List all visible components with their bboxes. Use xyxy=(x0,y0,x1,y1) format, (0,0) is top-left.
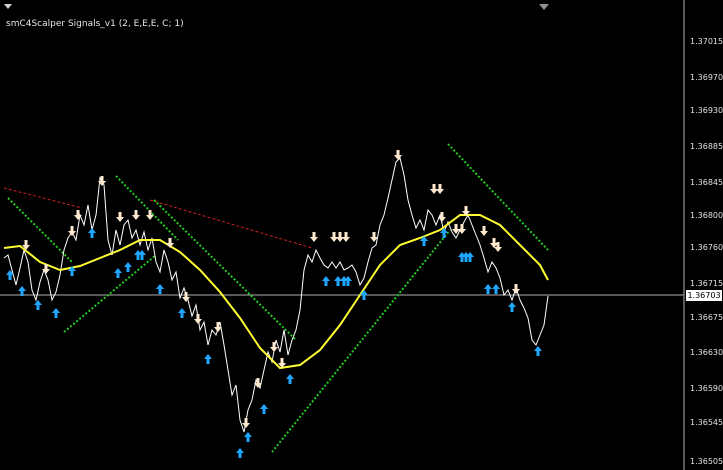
up-arrow-icon xyxy=(88,228,96,238)
up-arrow-icon xyxy=(508,302,516,312)
down-arrow-icon xyxy=(182,292,190,302)
current-price-label: 1.36703 xyxy=(686,290,722,301)
up-arrow-icon xyxy=(492,284,500,294)
down-arrow-icon xyxy=(394,150,402,160)
up-arrow-icon xyxy=(244,432,252,442)
axis-label: 1.36590 xyxy=(690,384,723,393)
up-arrow-icon xyxy=(260,404,268,414)
down-arrow-icon xyxy=(214,322,222,332)
axis-label: 1.37015 xyxy=(690,37,723,46)
down-arrow-icon xyxy=(166,238,174,248)
up-arrow-icon xyxy=(204,354,212,364)
down-arrow-icon xyxy=(132,210,140,220)
down-arrow-icon xyxy=(480,226,488,236)
resistance-dash-line xyxy=(149,199,313,249)
up-arrow-icon xyxy=(236,448,244,458)
up-arrow-icon xyxy=(534,346,542,356)
trend-dot-line xyxy=(7,197,73,263)
down-arrow-icon xyxy=(194,314,202,324)
down-arrow-icon xyxy=(436,184,444,194)
down-arrow-icon xyxy=(242,418,250,428)
indicator-title: smC4Scalper Signals_v1 (2, E,E,E, C; 1) xyxy=(6,19,184,29)
trend-dot-line xyxy=(447,143,549,251)
up-arrow-icon xyxy=(178,308,186,318)
axis-label: 1.36885 xyxy=(690,142,723,151)
down-arrow-icon xyxy=(310,232,318,242)
down-arrow-icon xyxy=(68,226,76,236)
trend-dot-line xyxy=(153,199,297,341)
down-arrow-icon xyxy=(342,232,350,242)
down-arrow-icon xyxy=(512,284,520,294)
trend-dot-line xyxy=(115,175,179,241)
axis-label: 1.36675 xyxy=(690,313,723,322)
down-arrow-icon xyxy=(438,212,446,222)
axis-label: 1.36505 xyxy=(690,457,723,466)
trend-dot-line xyxy=(271,229,451,453)
up-arrow-icon xyxy=(484,284,492,294)
axis-label: 1.36930 xyxy=(690,106,723,115)
axis-label: 1.36630 xyxy=(690,348,723,357)
axis-label: 1.36715 xyxy=(690,279,723,288)
axis-label: 1.36545 xyxy=(690,418,723,427)
resistance-dash-line xyxy=(3,187,83,209)
up-arrow-icon xyxy=(286,374,294,384)
up-arrow-icon xyxy=(34,300,42,310)
up-arrow-icon xyxy=(156,284,164,294)
down-arrow-icon xyxy=(116,212,124,222)
down-arrow-icon xyxy=(146,210,154,220)
axis-label: 1.36800 xyxy=(690,211,723,220)
moving-average-line xyxy=(3,214,549,370)
up-arrow-icon xyxy=(322,276,330,286)
down-arrow-icon xyxy=(74,210,82,220)
axis-label: 1.36845 xyxy=(690,178,723,187)
chart-window[interactable]: smC4Scalper Signals_v1 (2, E,E,E, C; 1) … xyxy=(0,0,723,470)
price-chart-plot[interactable] xyxy=(0,0,723,470)
up-arrow-icon xyxy=(124,262,132,272)
price-axis[interactable]: 1.37015 1.36970 1.36930 1.36885 1.36845 … xyxy=(684,0,723,470)
axis-label: 1.36970 xyxy=(690,73,723,82)
up-arrow-icon xyxy=(114,268,122,278)
axis-label: 1.36760 xyxy=(690,243,723,252)
up-arrow-icon xyxy=(52,308,60,318)
